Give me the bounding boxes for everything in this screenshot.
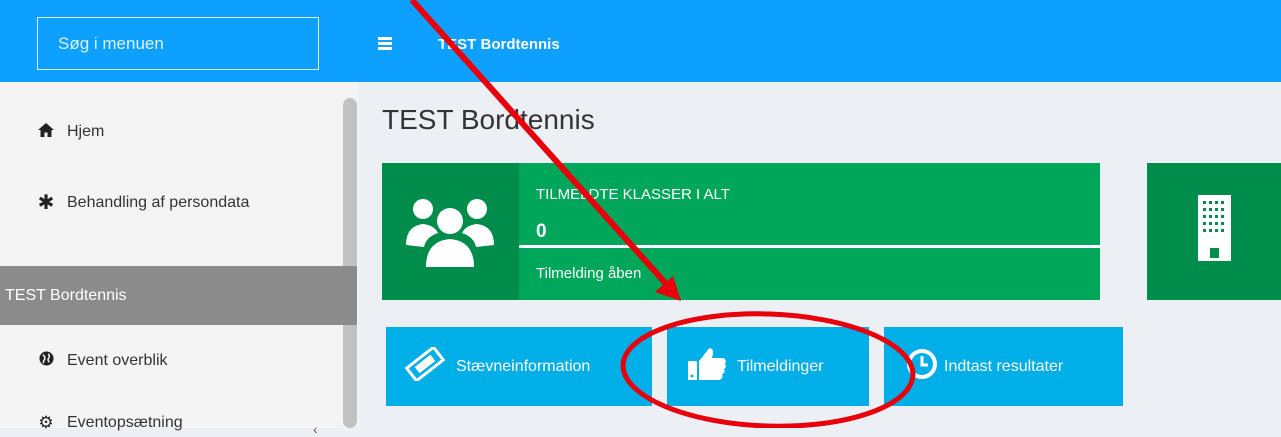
button-label: Tilmeldinger — [737, 357, 824, 375]
info-box-number: 0 — [536, 221, 547, 242]
top-bar: Søg i menuen TEST Bordtennis — [0, 0, 1281, 82]
info-box-secondary — [1147, 163, 1281, 300]
tilmeldinger-button[interactable]: Tilmeldinger — [667, 327, 869, 406]
info-box-icon-bg — [382, 163, 519, 300]
sidebar-item-event-overblik[interactable]: Event overblik — [36, 351, 168, 370]
chevron-left-icon[interactable]: ‹ — [313, 421, 318, 437]
sidebar-item-label: Eventopsætning — [67, 414, 183, 431]
sidebar-item-hjem[interactable]: Hjem — [36, 123, 104, 141]
globe-icon — [36, 351, 56, 370]
gears-icon: ⚙ — [38, 413, 54, 432]
info-box-icon-bg — [1147, 163, 1281, 300]
sidebar-item-label: Hjem — [67, 123, 105, 140]
button-label: Stævneinformation — [456, 357, 591, 375]
menu-search-input[interactable]: Søg i menuen — [37, 17, 319, 70]
sidebar-section-header: TEST Bordtennis — [0, 266, 357, 325]
info-box-title: TILMELDTE KLASSER I ALT — [536, 186, 730, 203]
header-title: TEST Bordtennis — [438, 36, 560, 53]
info-box-progress — [519, 245, 1100, 248]
sidebar-item-behandling[interactable]: ✱ Behandling af persondata — [36, 190, 250, 215]
hamburger-menu-icon[interactable] — [378, 37, 392, 50]
sidebar-item-eventopsaetning[interactable]: ⚙ Eventopsætning — [36, 413, 183, 433]
ticket-icon — [404, 345, 446, 386]
users-icon — [406, 199, 494, 267]
info-box-description: Tilmelding åben — [536, 265, 642, 282]
staevneinformation-button[interactable]: Stævneinformation — [386, 327, 652, 406]
button-label: Indtast resultater — [944, 357, 1064, 375]
home-icon — [36, 123, 56, 141]
sidebar-item-label: Behandling af persondata — [67, 193, 250, 211]
asterisk-icon: ✱ — [37, 192, 55, 214]
indtast-resultater-button[interactable]: Indtast resultater — [884, 327, 1123, 406]
page-title: TEST Bordtennis — [382, 104, 595, 135]
sidebar-scrollbar[interactable] — [343, 98, 357, 428]
info-box-tilmeldte: TILMELDTE KLASSER I ALT 0 Tilmelding åbe… — [382, 163, 1100, 300]
sidebar-item-label: Event overblik — [67, 351, 168, 369]
clock-icon — [906, 348, 938, 385]
thumbs-up-icon — [687, 347, 727, 386]
building-icon — [1198, 195, 1231, 261]
